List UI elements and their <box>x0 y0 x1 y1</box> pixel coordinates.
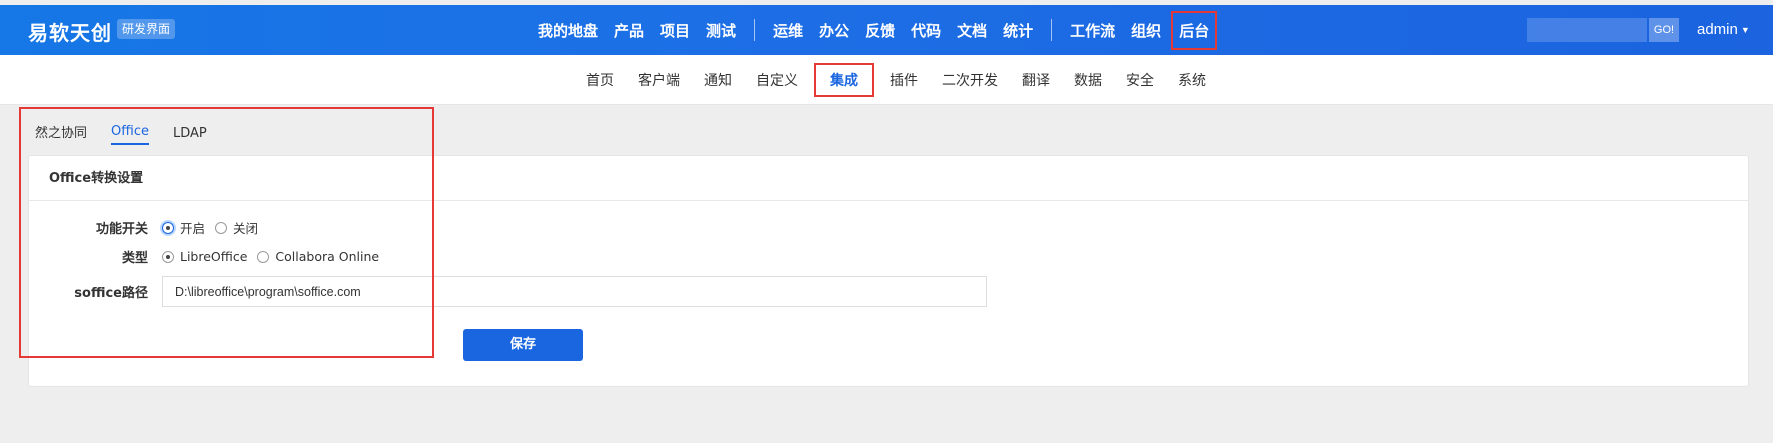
nav-org[interactable]: 组织 <box>1123 20 1169 41</box>
switch-on-radio[interactable]: 开启 <box>162 218 205 237</box>
panel-title: Office转换设置 <box>29 156 1748 201</box>
top-header: 易软天创 研发界面 我的地盘 产品 项目 测试 运维 办公 反馈 代码 文档 统… <box>0 5 1773 55</box>
switch-on-label: 开启 <box>180 221 206 236</box>
radio-icon <box>215 221 228 234</box>
subnav-client[interactable]: 客户端 <box>626 70 692 90</box>
brand-tag: 研发界面 <box>117 19 176 39</box>
type-libreoffice-radio[interactable]: LibreOffice <box>162 249 247 264</box>
switch-row: 功能开关 开启 关闭 <box>29 218 268 237</box>
nav-my-space[interactable]: 我的地盘 <box>530 20 606 41</box>
path-label: soffice路径 <box>74 286 148 301</box>
subnav-notify[interactable]: 通知 <box>692 70 744 90</box>
brand-logo[interactable]: 易软天创 <box>28 17 112 46</box>
search-input[interactable] <box>1527 18 1647 42</box>
nav-feedback[interactable]: 反馈 <box>857 20 903 41</box>
tab-ldap[interactable]: LDAP <box>173 126 207 145</box>
type-label: 类型 <box>121 251 148 266</box>
tab-office[interactable]: Office <box>111 124 149 145</box>
nav-stats[interactable]: 统计 <box>995 20 1041 41</box>
search-go-button[interactable]: GO! <box>1649 18 1679 42</box>
main-nav: 我的地盘 产品 项目 测试 运维 办公 反馈 代码 文档 统计 工作流 组织 后… <box>530 5 1218 55</box>
radio-icon <box>162 221 174 234</box>
subnav-home[interactable]: 首页 <box>574 70 626 90</box>
subnav-security[interactable]: 安全 <box>1114 70 1166 90</box>
type-collabora-label: Collabora Online <box>275 249 380 264</box>
user-menu[interactable]: admin ▼ <box>1697 21 1750 38</box>
type-collabora-radio[interactable]: Collabora Online <box>257 249 379 264</box>
nav-product[interactable]: 产品 <box>606 20 652 41</box>
subnav-data[interactable]: 数据 <box>1062 70 1114 90</box>
nav-doc[interactable]: 文档 <box>949 20 995 41</box>
radio-icon <box>162 250 174 263</box>
radio-icon <box>257 250 270 263</box>
nav-test[interactable]: 测试 <box>698 20 744 41</box>
nav-code[interactable]: 代码 <box>903 20 949 41</box>
subnav-translate[interactable]: 翻译 <box>1010 70 1062 90</box>
nav-project[interactable]: 项目 <box>652 20 698 41</box>
nav-divider <box>754 19 756 41</box>
subnav-system[interactable]: 系统 <box>1166 70 1218 90</box>
path-row: soffice路径 <box>29 276 987 307</box>
switch-off-radio[interactable]: 关闭 <box>215 218 258 237</box>
sub-nav: 首页 客户端 通知 自定义 集成 插件 二次开发 翻译 数据 安全 系统 <box>0 55 1773 105</box>
switch-off-label: 关闭 <box>233 221 259 236</box>
office-settings-panel: Office转换设置 功能开关 开启 关闭 类型 LibreOffice Col… <box>28 155 1749 387</box>
user-name: admin <box>1697 21 1738 38</box>
caret-down-icon: ▼ <box>1740 25 1750 36</box>
subnav-plugin[interactable]: 插件 <box>878 70 930 90</box>
save-button[interactable]: 保存 <box>463 329 583 361</box>
nav-workflow[interactable]: 工作流 <box>1062 20 1123 41</box>
type-row: 类型 LibreOffice Collabora Online <box>29 247 389 266</box>
integration-tabs: 然之协同 Office LDAP <box>35 122 231 145</box>
nav-office[interactable]: 办公 <box>811 20 857 41</box>
type-libreoffice-label: LibreOffice <box>180 249 248 264</box>
tab-ranzhi[interactable]: 然之协同 <box>35 122 87 145</box>
nav-ops[interactable]: 运维 <box>765 20 811 41</box>
nav-admin[interactable]: 后台 <box>1171 10 1218 50</box>
subnav-integration[interactable]: 集成 <box>814 63 874 97</box>
nav-divider <box>1051 19 1053 41</box>
soffice-path-input[interactable] <box>162 276 987 307</box>
subnav-custom[interactable]: 自定义 <box>744 70 810 90</box>
switch-label: 功能开关 <box>95 222 148 237</box>
subnav-dev[interactable]: 二次开发 <box>930 70 1010 90</box>
